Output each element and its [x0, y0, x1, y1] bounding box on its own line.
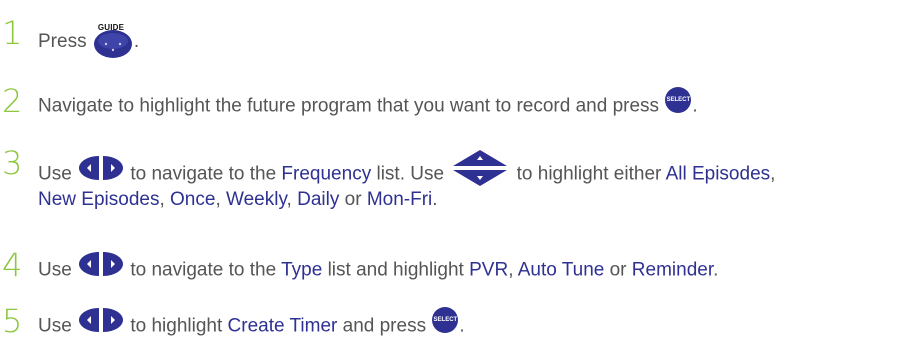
option-all-episodes: All Episodes — [665, 163, 771, 185]
step-text: to navigate to the — [130, 259, 277, 281]
option-pvr: PVR — [469, 259, 509, 281]
step-period: . — [713, 259, 719, 281]
step-text: , — [286, 189, 292, 210]
left-right-arrows-icon — [77, 250, 125, 287]
step-number: 4 — [2, 246, 23, 284]
select-label: SELECT — [433, 317, 458, 323]
option-auto-tune: Auto Tune — [517, 259, 605, 281]
option-reminder: Reminder — [631, 259, 714, 281]
step-text: to highlight — [130, 315, 223, 337]
select-label: SELECT — [666, 97, 691, 103]
step-text: , — [159, 189, 165, 210]
step-text: Press — [38, 31, 87, 53]
select-button: SELECT — [431, 306, 459, 343]
step-text: list and highlight — [327, 259, 464, 281]
create-timer-term: Create Timer — [227, 315, 338, 337]
step-period: . — [692, 95, 698, 117]
step-period: . — [432, 189, 438, 210]
step-number: 2 — [2, 82, 23, 120]
step-text: Navigate to highlight the future program… — [38, 95, 660, 117]
step-text: or — [344, 189, 362, 210]
step-text: to highlight either — [516, 163, 662, 185]
step-number: 3 — [2, 144, 23, 182]
step-period: . — [133, 31, 140, 53]
step-text: Use — [38, 163, 72, 185]
step-text: and press — [342, 315, 427, 337]
option-once: Once — [170, 189, 216, 210]
step-text: , — [770, 163, 776, 185]
option-mon-fri: Mon-Fri — [366, 189, 433, 210]
step-number: 1 — [2, 14, 23, 52]
step-text: list. Use — [376, 163, 445, 185]
step-text: to navigate to the — [130, 163, 277, 185]
frequency-term: Frequency — [281, 163, 372, 185]
option-daily: Daily — [297, 189, 340, 210]
step-period: . — [459, 315, 465, 337]
option-new-episodes: New Episodes — [38, 189, 160, 210]
step-text: , — [508, 259, 514, 281]
option-weekly: Weekly — [226, 189, 287, 210]
left-right-arrows-icon — [77, 306, 125, 343]
step-text: , — [215, 189, 221, 210]
up-down-arrows-icon — [449, 148, 511, 197]
type-term: Type — [281, 259, 323, 281]
step-text: Use — [38, 259, 72, 281]
guide-button: GUIDE — [92, 16, 134, 60]
step-text: Use — [38, 315, 72, 337]
step-text: or — [609, 259, 627, 281]
step-number: 5 — [2, 302, 23, 340]
select-button: SELECT — [664, 86, 692, 123]
